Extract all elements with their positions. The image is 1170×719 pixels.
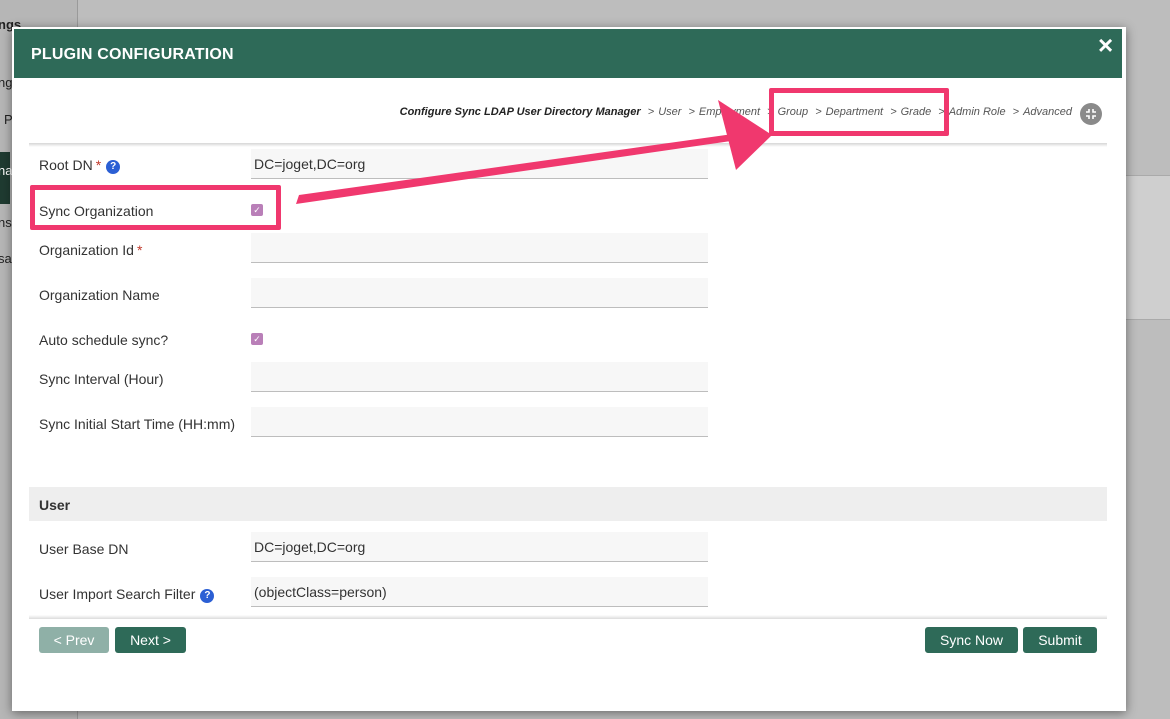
help-icon[interactable]: ? bbox=[200, 589, 215, 603]
section-title: User bbox=[39, 497, 71, 513]
breadcrumb-step-advanced[interactable]: Advanced bbox=[1023, 106, 1072, 118]
annotation-highlight-sync-organization bbox=[30, 185, 281, 230]
user-base-dn-field[interactable] bbox=[251, 532, 708, 562]
user-import-filter-label: User Import Search Filter? bbox=[39, 586, 215, 603]
modal-title: PLUGIN CONFIGURATION bbox=[31, 46, 234, 63]
divider bbox=[29, 615, 1107, 619]
sidebar-active-marker bbox=[0, 152, 10, 204]
sidebar-fragment: ng bbox=[0, 75, 13, 90]
next-button[interactable]: Next > bbox=[115, 627, 186, 653]
organization-name-label: Organization Name bbox=[39, 287, 160, 303]
submit-button[interactable]: Submit bbox=[1023, 627, 1097, 653]
background-panel bbox=[1125, 175, 1170, 320]
sync-now-button[interactable]: Sync Now bbox=[925, 627, 1018, 653]
plugin-configuration-modal: PLUGIN CONFIGURATION × Configure Sync LD… bbox=[12, 27, 1126, 711]
annotation-highlight-breadcrumb bbox=[769, 88, 949, 136]
prev-button[interactable]: < Prev bbox=[39, 627, 109, 653]
sync-start-time-field[interactable] bbox=[251, 407, 708, 437]
sync-start-time-label: Sync Initial Start Time (HH:mm) bbox=[39, 416, 236, 432]
collapse-icon[interactable] bbox=[1080, 103, 1102, 125]
user-base-dn-label: User Base DN bbox=[39, 541, 129, 557]
organization-id-field[interactable] bbox=[251, 233, 708, 263]
organization-id-label: Organization Id * bbox=[39, 242, 143, 258]
breadcrumb-root[interactable]: Configure Sync LDAP User Directory Manag… bbox=[400, 106, 641, 118]
help-icon[interactable]: ? bbox=[106, 160, 121, 174]
user-section-header: User bbox=[29, 487, 1107, 521]
sidebar-fragment: sa bbox=[0, 251, 12, 266]
user-import-filter-field[interactable] bbox=[251, 577, 708, 607]
close-icon[interactable]: × bbox=[1098, 31, 1113, 59]
auto-schedule-label: Auto schedule sync? bbox=[39, 332, 169, 348]
breadcrumb-step-employment[interactable]: Employment bbox=[699, 106, 760, 118]
auto-schedule-checkbox[interactable]: ✓ bbox=[251, 333, 263, 345]
sidebar-fragment: ns bbox=[0, 215, 12, 230]
modal-header: PLUGIN CONFIGURATION × bbox=[14, 29, 1122, 78]
root-dn-label: Root DN *? bbox=[39, 157, 121, 174]
root-dn-field[interactable] bbox=[251, 149, 708, 179]
sidebar-fragment: na bbox=[0, 163, 13, 178]
sync-interval-field[interactable] bbox=[251, 362, 708, 392]
breadcrumb-step-user[interactable]: User bbox=[658, 106, 681, 118]
breadcrumb-step-admin-role[interactable]: Admin Role bbox=[949, 106, 1006, 118]
sync-interval-label: Sync Interval (Hour) bbox=[39, 371, 164, 387]
organization-name-field[interactable] bbox=[251, 278, 708, 308]
